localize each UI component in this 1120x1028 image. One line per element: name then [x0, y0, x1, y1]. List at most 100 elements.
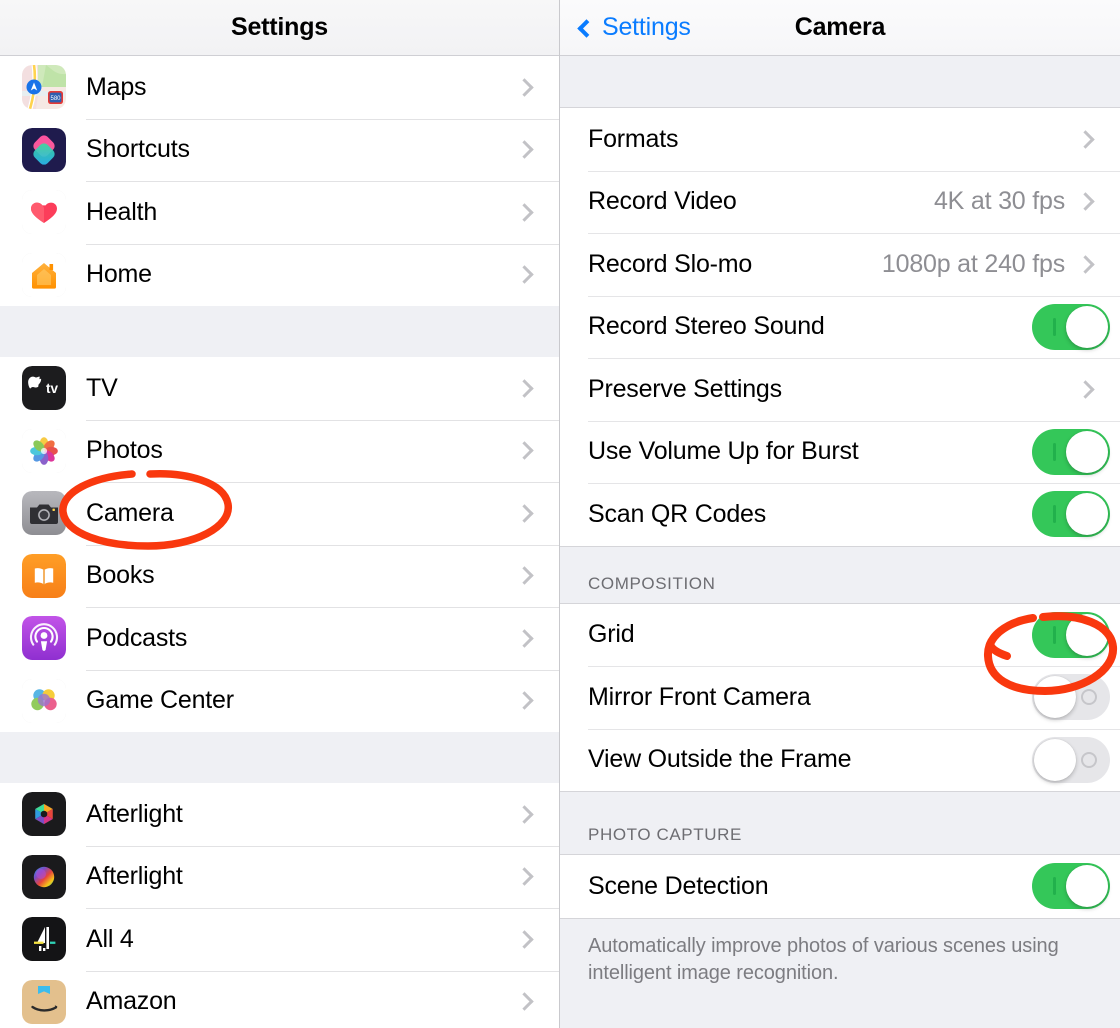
back-button-label: Settings: [602, 13, 691, 42]
row-value: 1080p at 240 fps: [882, 250, 1065, 279]
chevron-right-icon: [515, 203, 533, 221]
row-label: Grid: [588, 620, 1032, 649]
row-view-outside-the-frame[interactable]: View Outside the Frame: [560, 729, 1120, 792]
chevron-right-icon: [515, 930, 533, 948]
sidebar-item-label: All 4: [86, 925, 518, 954]
sidebar-item-all-4[interactable]: All 4: [0, 908, 559, 971]
chevron-left-icon: [577, 19, 595, 37]
svg-text:580: 580: [50, 96, 61, 102]
sidebar-item-amazon[interactable]: Amazon: [0, 971, 559, 1028]
chevron-right-icon: [515, 567, 533, 585]
sidebar-item-label: Photos: [86, 436, 518, 465]
chevron-right-icon: [515, 504, 533, 522]
scan-qr-codes-toggle[interactable]: [1032, 491, 1110, 537]
chevron-right-icon: [515, 993, 533, 1011]
scene-detection-footnote: Automatically improve photos of various …: [560, 919, 1120, 987]
row-formats[interactable]: Formats: [560, 108, 1120, 171]
sidebar-item-camera[interactable]: Camera: [0, 482, 559, 545]
section-header-label: COMPOSITION: [560, 547, 1120, 603]
row-value: 4K at 30 fps: [934, 187, 1065, 216]
chevron-right-icon: [1076, 380, 1094, 398]
sidebar-item-afterlight-2[interactable]: Afterlight: [0, 846, 559, 909]
home-app-icon: [22, 253, 66, 297]
chevron-right-icon: [1076, 255, 1094, 273]
record-stereo-sound-toggle[interactable]: [1032, 304, 1110, 350]
sidebar-item-label: Home: [86, 260, 518, 289]
sidebar-item-maps[interactable]: 580 Maps: [0, 56, 559, 119]
left-navigation-bar: Settings: [0, 0, 559, 56]
mirror-front-camera-toggle[interactable]: [1032, 674, 1110, 720]
maps-app-icon: 580: [22, 65, 66, 109]
afterlight-app-icon: [22, 792, 66, 836]
composition-section-header: COMPOSITION: [560, 547, 1120, 603]
row-mirror-front-camera[interactable]: Mirror Front Camera: [560, 666, 1120, 729]
camera-group-composition: Grid Mirror Front Camera View Outside th…: [560, 603, 1120, 793]
row-grid[interactable]: Grid: [560, 604, 1120, 667]
chevron-right-icon: [1076, 130, 1094, 148]
row-preserve-settings[interactable]: Preserve Settings: [560, 358, 1120, 421]
grid-toggle[interactable]: [1032, 612, 1110, 658]
sidebar-item-label: Amazon: [86, 987, 518, 1016]
row-scene-detection[interactable]: Scene Detection: [560, 855, 1120, 918]
photo-capture-section-header: PHOTO CAPTURE: [560, 792, 1120, 854]
chevron-right-icon: [1076, 193, 1094, 211]
podcasts-app-icon: [22, 616, 66, 660]
page-title: Settings: [231, 13, 328, 42]
camera-app-icon: [22, 491, 66, 535]
sidebar-item-label: Camera: [86, 499, 518, 528]
camera-group-general: Formats Record Video 4K at 30 fps Record…: [560, 107, 1120, 547]
settings-list-panel: Settings 580: [0, 0, 560, 1028]
row-label: Mirror Front Camera: [588, 683, 1032, 712]
row-use-volume-up-for-burst[interactable]: Use Volume Up for Burst: [560, 421, 1120, 484]
row-label: Record Stereo Sound: [588, 312, 1032, 341]
chevron-right-icon: [515, 379, 533, 397]
tv-app-icon: tv: [22, 366, 66, 410]
row-record-video[interactable]: Record Video 4K at 30 fps: [560, 171, 1120, 234]
chevron-right-icon: [515, 266, 533, 284]
ios-settings-split-view: Settings 580: [0, 0, 1120, 1028]
row-label: Use Volume Up for Burst: [588, 437, 1032, 466]
section-header-label: PHOTO CAPTURE: [560, 792, 1120, 854]
row-label: Scan QR Codes: [588, 500, 1032, 529]
settings-group-apple-apps-1: 580 Maps Shortcuts: [0, 56, 559, 306]
health-app-icon: [22, 190, 66, 234]
sidebar-item-health[interactable]: Health: [0, 181, 559, 244]
sidebar-item-shortcuts[interactable]: Shortcuts: [0, 119, 559, 182]
scene-detection-toggle[interactable]: [1032, 863, 1110, 909]
sidebar-item-label: Maps: [86, 73, 518, 102]
row-scan-qr-codes[interactable]: Scan QR Codes: [560, 483, 1120, 546]
sidebar-item-books[interactable]: Books: [0, 545, 559, 608]
sidebar-item-label: Game Center: [86, 686, 518, 715]
sidebar-item-game-center[interactable]: Game Center: [0, 670, 559, 733]
chevron-right-icon: [515, 141, 533, 159]
sidebar-item-podcasts[interactable]: Podcasts: [0, 607, 559, 670]
sidebar-item-label: Books: [86, 561, 518, 590]
row-record-slo-mo[interactable]: Record Slo-mo 1080p at 240 fps: [560, 233, 1120, 296]
game-center-app-icon: [22, 679, 66, 723]
sidebar-item-tv[interactable]: tv TV: [0, 357, 559, 420]
camera-group-photo-capture: Scene Detection: [560, 854, 1120, 919]
sidebar-item-label: Health: [86, 198, 518, 227]
view-outside-the-frame-toggle[interactable]: [1032, 737, 1110, 783]
row-label: Preserve Settings: [588, 375, 1065, 404]
use-volume-up-for-burst-toggle[interactable]: [1032, 429, 1110, 475]
sidebar-item-photos[interactable]: Photos: [0, 420, 559, 483]
sidebar-item-afterlight[interactable]: Afterlight: [0, 783, 559, 846]
camera-settings-panel: Settings Camera Formats Record Video 4K …: [560, 0, 1120, 1028]
chevron-right-icon: [515, 442, 533, 460]
row-label: Scene Detection: [588, 872, 1032, 901]
afterlight-2-app-icon: [22, 855, 66, 899]
chevron-right-icon: [515, 78, 533, 96]
row-record-stereo-sound[interactable]: Record Stereo Sound: [560, 296, 1120, 359]
row-label: View Outside the Frame: [588, 745, 1032, 774]
back-to-settings-button[interactable]: Settings: [580, 13, 691, 42]
svg-text:tv: tv: [46, 381, 58, 396]
sidebar-item-home[interactable]: Home: [0, 244, 559, 307]
group-separator: [0, 732, 559, 783]
photos-app-icon: [22, 429, 66, 473]
row-label: Record Slo-mo: [588, 250, 882, 279]
sidebar-item-label: Afterlight: [86, 862, 518, 891]
sidebar-item-label: TV: [86, 374, 518, 403]
chevron-right-icon: [515, 868, 533, 886]
all4-app-icon: [22, 917, 66, 961]
